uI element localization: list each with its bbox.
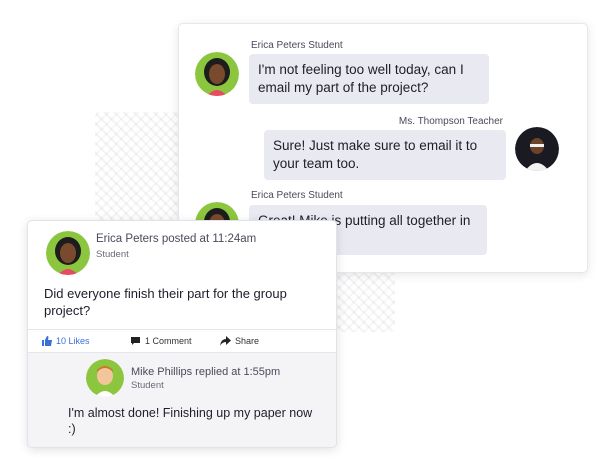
share-icon <box>220 336 231 346</box>
avatar-mike <box>86 359 124 397</box>
reply-author: Mike Phillips replied at 1:55pm <box>131 366 281 378</box>
thumbs-up-icon <box>42 336 52 346</box>
post-text: Did everyone finish their part for the g… <box>44 286 287 318</box>
like-button[interactable]: 10 Likes <box>42 336 90 346</box>
comment-button[interactable]: 1 Comment <box>130 336 192 346</box>
sender-name: Erica Peters Student <box>251 190 343 201</box>
reply-role: Student <box>131 380 164 391</box>
avatar-erica <box>195 52 239 96</box>
reply-text: I'm almost done! Finishing up my paper n… <box>68 406 313 436</box>
post-card: Erica Peters posted at 11:24am Student D… <box>27 220 337 448</box>
comment-count: 1 Comment <box>145 336 192 346</box>
reply-section: Mike Phillips replied at 1:55pm Student … <box>28 352 336 447</box>
share-label: Share <box>235 336 260 346</box>
avatar-ms-thompson <box>515 127 559 171</box>
post-actions: 10 Likes 1 Comment Share <box>28 329 336 352</box>
post-role: Student <box>96 249 129 260</box>
chat-bubble: Sure! Just make sure to email it to your… <box>264 130 506 180</box>
sender-name: Erica Peters Student <box>251 40 343 51</box>
share-button[interactable]: Share <box>220 336 259 346</box>
comment-icon <box>131 337 140 345</box>
like-count: 10 Likes <box>56 336 90 346</box>
post-author: Erica Peters posted at 11:24am <box>96 233 257 245</box>
sender-name: Ms. Thompson Teacher <box>398 116 503 127</box>
avatar-erica <box>46 231 90 275</box>
chat-bubble: I'm not feeling too well today, can I em… <box>249 54 489 104</box>
